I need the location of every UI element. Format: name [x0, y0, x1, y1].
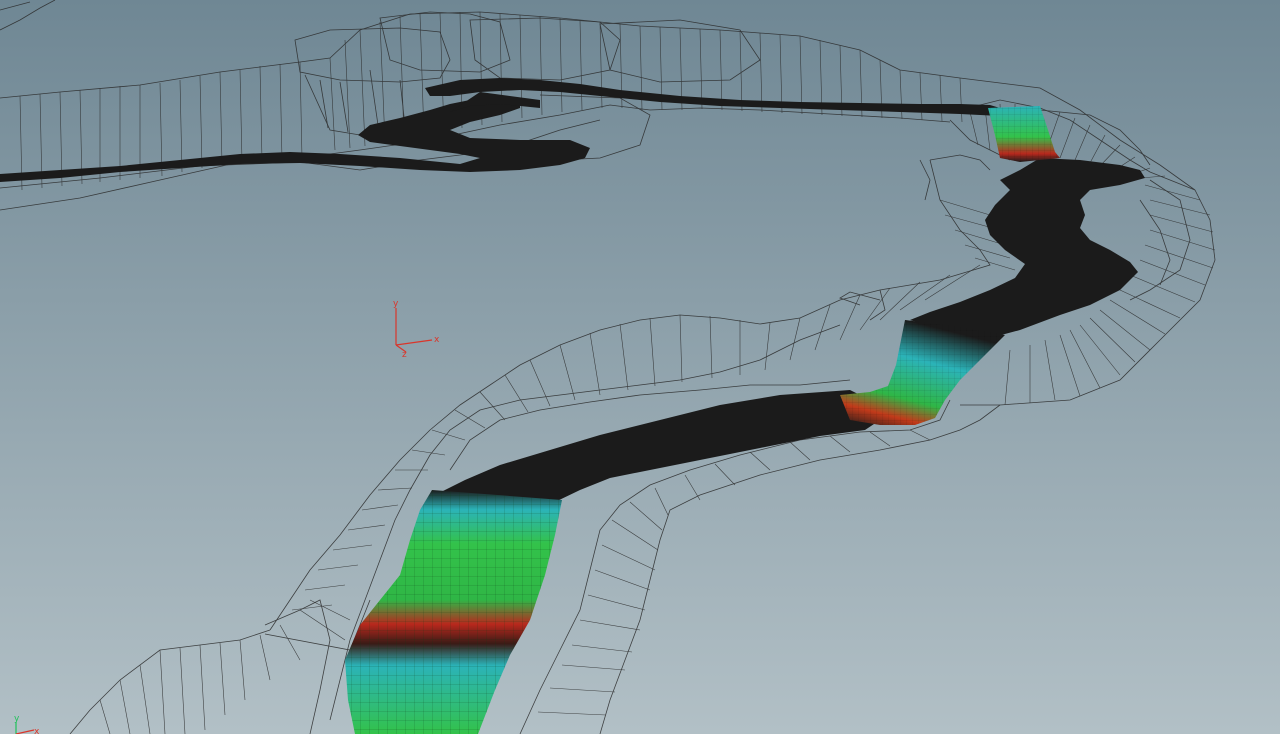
viewport-background — [0, 0, 1280, 734]
corner-y-label: y — [14, 714, 20, 724]
gizmo-z-label: z — [402, 350, 407, 360]
3d-viewport[interactable]: y x z y x — [0, 0, 1280, 734]
gizmo-x-label: x — [434, 335, 440, 345]
gizmo-y-label: y — [393, 299, 399, 309]
corner-x-label: x — [34, 727, 40, 734]
scene-canvas[interactable]: y x z y x — [0, 0, 1280, 734]
